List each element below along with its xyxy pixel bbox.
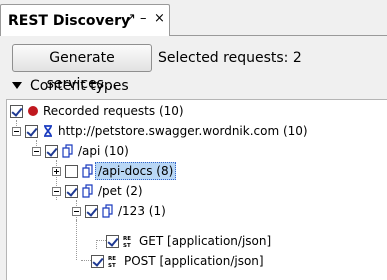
tree-node-label: /api (10) xyxy=(78,144,129,158)
rest-discovery-panel: REST Discovery ↗ – × Generate services..… xyxy=(0,0,387,280)
tree-node-label: http://petstore.swagger.wordnik.com (10) xyxy=(58,124,308,138)
tree-node-label: /pet (2) xyxy=(98,184,143,198)
post-request-checkbox[interactable] xyxy=(91,254,104,268)
tree-connector xyxy=(96,240,97,249)
resource-page-icon xyxy=(82,184,93,198)
tree-node-label: Recorded requests (10) xyxy=(43,104,184,118)
close-icon[interactable]: × xyxy=(154,12,165,26)
tree-node-label: POST [application/json] xyxy=(124,254,264,268)
svg-text:RE: RE xyxy=(123,236,131,242)
tab-divider xyxy=(170,35,387,36)
tree-node-get-request[interactable]: RE ST GET [application/json] xyxy=(106,231,271,251)
host-checkbox[interactable] xyxy=(25,124,38,138)
collapse-toggle-icon[interactable] xyxy=(52,186,61,196)
tree-connector xyxy=(96,240,106,241)
minimize-icon[interactable]: – xyxy=(140,12,147,26)
tree-connector xyxy=(76,220,77,260)
tree-node-pet[interactable]: /pet (2) xyxy=(52,181,143,201)
tree-node-post-request[interactable]: RE ST POST [application/json] xyxy=(91,251,264,271)
tree-node-label: GET [application/json] xyxy=(139,234,272,248)
recorded-requests-checkbox[interactable] xyxy=(10,104,23,118)
collapse-arrow-icon[interactable] xyxy=(12,82,22,89)
tree-node-recorded-requests[interactable]: Recorded requests (10) xyxy=(10,101,184,121)
expand-toggle-icon[interactable] xyxy=(52,166,61,176)
resource-page-icon xyxy=(102,204,113,218)
tree-node-pet-123[interactable]: /123 (1) xyxy=(72,201,166,221)
svg-text:ST: ST xyxy=(108,263,116,268)
panel-tab[interactable]: REST Discovery ↗ – × xyxy=(0,4,170,36)
pet-checkbox[interactable] xyxy=(65,184,78,198)
swagger-host-icon xyxy=(44,125,52,137)
tree-node-api-docs[interactable]: /api-docs (8) xyxy=(52,161,177,181)
collapse-toggle-icon[interactable] xyxy=(32,146,41,156)
resource-page-icon xyxy=(82,164,93,178)
selected-requests-label: Selected requests: 2 xyxy=(158,50,302,66)
svg-text:ST: ST xyxy=(123,243,131,248)
tree-node-host[interactable]: http://petstore.swagger.wordnik.com (10) xyxy=(12,121,308,141)
generate-services-button[interactable]: Generate services... xyxy=(12,44,152,92)
collapse-toggle-icon[interactable] xyxy=(12,126,21,136)
content-types-heading[interactable]: Content types xyxy=(30,78,129,94)
get-request-checkbox[interactable] xyxy=(106,234,119,248)
resource-page-icon xyxy=(62,144,73,158)
collapse-toggle-icon[interactable] xyxy=(72,206,81,216)
api-docs-checkbox[interactable] xyxy=(65,164,78,178)
pet-123-checkbox[interactable] xyxy=(85,204,98,218)
panel-title: REST Discovery xyxy=(8,13,131,29)
rest-method-icon: RE ST xyxy=(108,256,116,268)
request-tree[interactable]: Recorded requests (10) http://petstore.s… xyxy=(6,99,387,280)
api-checkbox[interactable] xyxy=(45,144,58,158)
tree-node-label: /api-docs (8) xyxy=(95,162,177,180)
rest-method-icon: RE ST xyxy=(123,236,131,248)
tree-node-api[interactable]: /api (10) xyxy=(32,141,129,161)
tree-connector xyxy=(81,260,91,261)
svg-text:RE: RE xyxy=(108,256,116,262)
pin-icon[interactable]: ↗ xyxy=(125,12,136,26)
record-dot-icon xyxy=(28,106,38,116)
tree-node-label: /123 (1) xyxy=(118,204,166,218)
